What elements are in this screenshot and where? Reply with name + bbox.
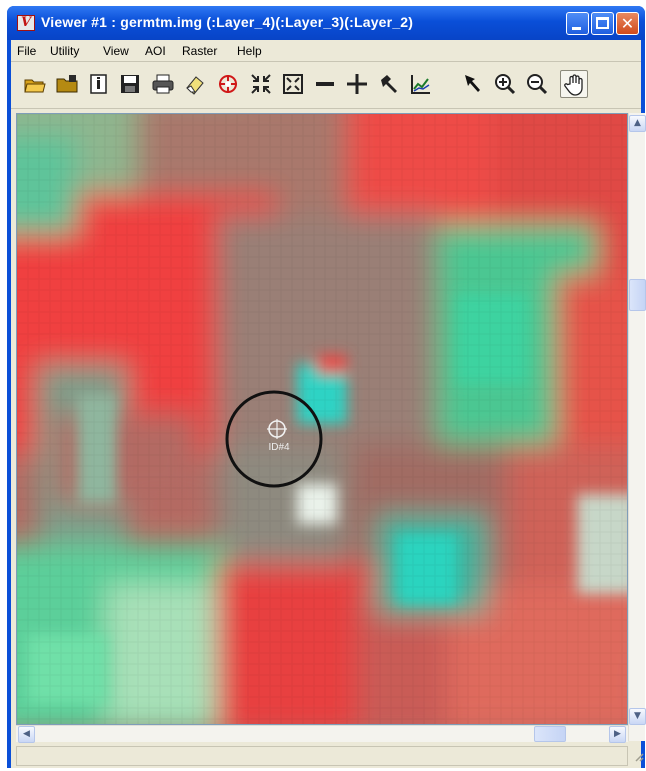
window-title: Viewer #1 : germtm.img (:Layer_4)(:Layer… <box>41 14 414 30</box>
toolbar <box>11 63 641 109</box>
menu-raster[interactable]: Raster <box>182 44 217 58</box>
minimize-icon <box>572 27 581 30</box>
menu-help[interactable]: Help <box>237 44 262 58</box>
aoi-label: ID#4 <box>268 442 290 453</box>
close-icon: ✕ <box>620 14 635 33</box>
menu-bar: File Utility View AOI Raster Help <box>11 40 641 62</box>
eraser-icon[interactable] <box>183 72 207 96</box>
zoom-in-magnifier-icon[interactable] <box>493 72 517 96</box>
maximize-button[interactable] <box>591 12 614 35</box>
edit-hammer-icon[interactable] <box>377 72 401 96</box>
menu-utility[interactable]: Utility <box>50 44 79 58</box>
zoom-out-arrows-icon[interactable] <box>281 72 305 96</box>
print-icon[interactable] <box>151 72 175 96</box>
scroll-down-arrow-icon[interactable]: ▼ <box>629 708 646 725</box>
menu-view[interactable]: View <box>103 44 129 58</box>
maximize-icon <box>596 17 609 29</box>
inquire-cursor-icon[interactable] <box>216 72 240 96</box>
save-icon[interactable] <box>118 72 142 96</box>
pan-hand-icon[interactable] <box>560 70 588 98</box>
menu-aoi[interactable]: AOI <box>145 44 166 58</box>
open-folder-icon[interactable] <box>23 72 47 96</box>
close-layer-folder-icon[interactable] <box>55 72 79 96</box>
scroll-left-arrow-icon[interactable]: ◀ <box>18 726 35 743</box>
horizontal-scrollbar[interactable]: ◀ ▶ <box>16 725 628 743</box>
menu-file[interactable]: File <box>17 44 36 58</box>
profile-chart-icon[interactable] <box>409 72 433 96</box>
status-bar <box>16 746 628 766</box>
zoom-out-magnifier-icon[interactable] <box>525 72 549 96</box>
image-viewport[interactable]: ID#4 <box>16 113 628 725</box>
close-button[interactable]: ✕ <box>616 12 639 35</box>
title-bar[interactable]: V Viewer #1 : germtm.img (:Layer_4)(:Lay… <box>7 6 645 40</box>
zoom-in-arrows-icon[interactable] <box>249 72 273 96</box>
viewer-window: V Viewer #1 : germtm.img (:Layer_4)(:Lay… <box>7 6 646 768</box>
vertical-scroll-thumb[interactable] <box>629 279 646 311</box>
satellite-image[interactable]: ID#4 <box>17 114 627 724</box>
scroll-right-arrow-icon[interactable]: ▶ <box>609 726 626 743</box>
viewer-client-area: File Utility View AOI Raster Help ID#4 ▲… <box>11 40 646 768</box>
select-pointer-icon[interactable] <box>461 72 485 96</box>
viewer-app-icon[interactable]: V <box>17 15 35 31</box>
resize-grip-icon[interactable] <box>628 746 645 766</box>
crosshair-plus-icon[interactable] <box>345 72 369 96</box>
minimize-button[interactable] <box>566 12 589 35</box>
minus-icon[interactable] <box>313 72 337 96</box>
layer-info-icon[interactable] <box>87 72 111 96</box>
vertical-scrollbar[interactable]: ▲ ▼ <box>628 113 646 741</box>
horizontal-scroll-thumb[interactable] <box>534 726 566 742</box>
scroll-up-arrow-icon[interactable]: ▲ <box>629 115 646 132</box>
